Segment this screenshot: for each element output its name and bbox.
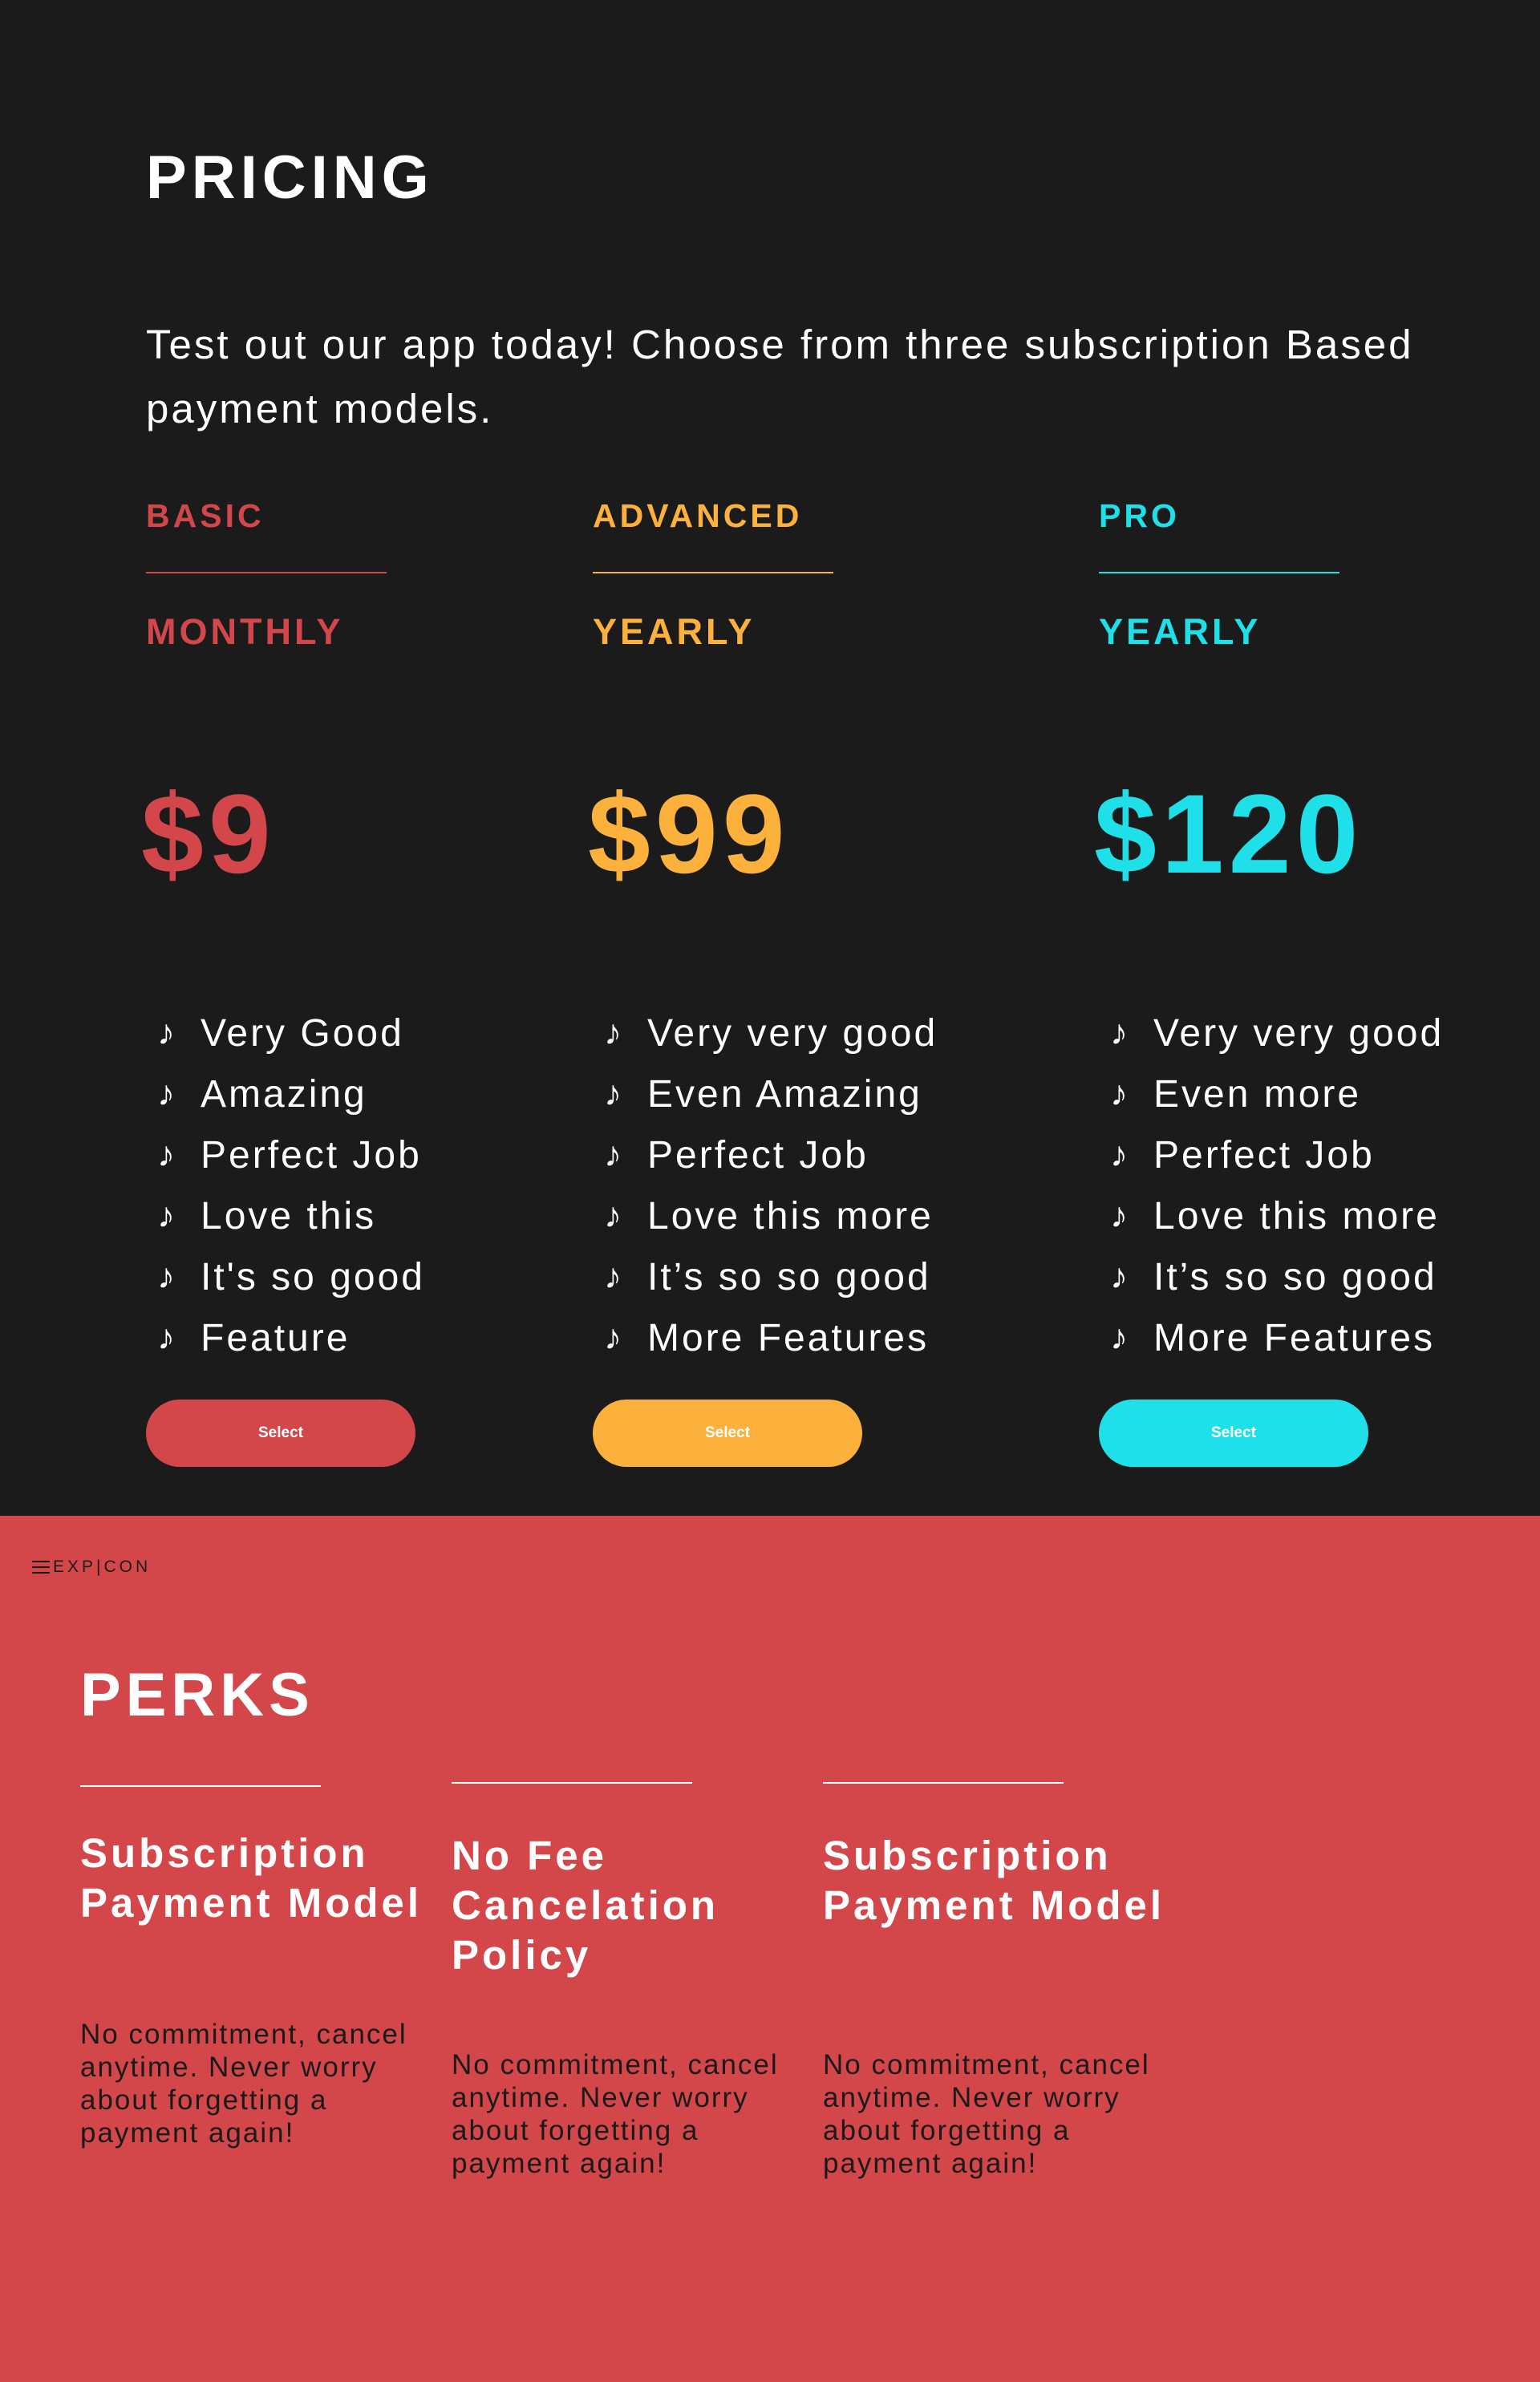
feature-list: ♪ Very very good ♪ Even Amazing ♪ Perfect J…	[604, 1003, 938, 1368]
feature-item: ♪ More Features	[604, 1307, 938, 1368]
feature-label: More Features	[1153, 1316, 1436, 1359]
feature-label: Very very good	[1153, 1011, 1445, 1055]
plan-pro: PRO YEARLY $120 ♪ Very very good ♪ Even mo…	[1094, 0, 1540, 1516]
feature-item: ♪ Very very good	[604, 1003, 938, 1063]
feature-list: ♪ Very Good ♪ Amazing ♪ Perfect Job ♪ Love t…	[157, 1003, 425, 1368]
music-note-icon: ♪	[157, 1013, 177, 1052]
feature-label: Very very good	[647, 1011, 938, 1055]
select-advanced-button[interactable]: Select	[593, 1400, 862, 1467]
feature-item: ♪ Perfect Job	[1110, 1124, 1444, 1185]
perk-divider	[452, 1782, 692, 1784]
feature-label: Perfect Job	[201, 1133, 422, 1177]
feature-item: ♪ Even Amazing	[604, 1063, 938, 1124]
music-note-icon: ♪	[604, 1074, 624, 1113]
feature-item: ♪ Love this	[157, 1185, 425, 1246]
feature-label: Love this more	[647, 1194, 934, 1238]
music-note-icon: ♪	[1110, 1257, 1130, 1296]
plan-divider	[593, 572, 833, 573]
select-pro-button[interactable]: Select	[1099, 1400, 1368, 1467]
music-note-icon: ♪	[1110, 1318, 1130, 1357]
feature-item: ♪ Even more	[1110, 1063, 1444, 1124]
feature-label: Perfect Job	[647, 1133, 869, 1177]
feature-label: Love this more	[1153, 1194, 1440, 1238]
feature-item: ♪ It’s so so good	[604, 1246, 938, 1307]
feature-item: ♪ Amazing	[157, 1063, 425, 1124]
feature-item: ♪ Love this more	[1110, 1185, 1444, 1246]
music-note-icon: ♪	[1110, 1196, 1130, 1235]
plan-basic: BASIC MONTHLY $9 ♪ Very Good ♪ Amazing ♪ Pe…	[141, 0, 595, 1516]
plan-name: BASIC	[146, 497, 265, 534]
feature-item: ♪ It's so good	[157, 1246, 425, 1307]
feature-label: It's so good	[201, 1255, 425, 1298]
plan-period: YEARLY	[1099, 611, 1262, 652]
music-note-icon: ♪	[1110, 1135, 1130, 1174]
pricing-section: EXP|CON PRICING Test out our app today! …	[0, 0, 1540, 1516]
perks-section: EXP|CON PERKS Subscription Payment Model…	[0, 1516, 1540, 2382]
feature-item: ♪ Perfect Job	[157, 1124, 425, 1185]
feature-label: Perfect Job	[1153, 1133, 1375, 1177]
music-note-icon: ♪	[604, 1257, 624, 1296]
plan-price: $99	[588, 771, 790, 897]
logo-text: EXP|CON	[53, 43, 152, 62]
feature-label: More Features	[647, 1316, 930, 1359]
perk-title: No Fee Cancelation Policy	[452, 1833, 719, 1978]
feature-item: ♪ Feature	[157, 1307, 425, 1368]
hamburger-icon[interactable]	[32, 1561, 50, 1574]
feature-item: ♪ More Features	[1110, 1307, 1444, 1368]
perk-body: No commitment, cancel anytime. Never wor…	[80, 2019, 407, 2149]
plan-price: $120	[1094, 771, 1364, 897]
music-note-icon: ♪	[604, 1135, 624, 1174]
feature-label: Feature	[201, 1316, 351, 1359]
perk-card: No Fee Cancelation Policy No commitment,…	[452, 1516, 821, 2382]
feature-label: Love this	[201, 1194, 377, 1238]
select-basic-button[interactable]: Select	[146, 1400, 415, 1467]
music-note-icon: ♪	[604, 1196, 624, 1235]
plan-advanced: ADVANCED YEARLY $99 ♪ Very very good ♪ Eve…	[588, 0, 1042, 1516]
feature-item: ♪ Perfect Job	[604, 1124, 938, 1185]
perk-body: No commitment, cancel anytime. Never wor…	[823, 2049, 1150, 2179]
music-note-icon: ♪	[1110, 1074, 1130, 1113]
perk-divider	[80, 1785, 321, 1787]
music-note-icon: ♪	[157, 1135, 177, 1174]
feature-label: It’s so so good	[1153, 1255, 1437, 1298]
plan-name: ADVANCED	[593, 497, 803, 534]
music-note-icon: ♪	[157, 1318, 177, 1357]
feature-label: Amazing	[201, 1072, 367, 1116]
perk-card: Subscription Payment Model No commitment…	[80, 1516, 449, 2382]
logo[interactable]: EXP|CON	[32, 43, 151, 63]
music-note-icon: ♪	[1110, 1013, 1130, 1052]
perk-body: No commitment, cancel anytime. Never wor…	[452, 2049, 779, 2179]
feature-label: It’s so so good	[647, 1255, 931, 1298]
feature-item: ♪ Very Good	[157, 1003, 425, 1063]
plan-period: YEARLY	[593, 611, 756, 652]
feature-label: Very Good	[201, 1011, 404, 1055]
perk-divider	[823, 1782, 1064, 1784]
feature-list: ♪ Very very good ♪ Even more ♪ Perfect Job …	[1110, 1003, 1444, 1368]
perk-title: Subscription Payment Model	[80, 1830, 423, 1926]
perk-title: Subscription Payment Model	[823, 1833, 1165, 1928]
plan-name: PRO	[1099, 497, 1180, 534]
plan-divider	[1099, 572, 1339, 573]
perk-card: Subscription Payment Model No commitment…	[823, 1516, 1192, 2382]
plan-period: MONTHLY	[146, 611, 344, 652]
feature-label: Even more	[1153, 1072, 1362, 1116]
plan-price: $9	[141, 771, 276, 897]
plan-divider	[146, 572, 387, 573]
music-note-icon: ♪	[157, 1074, 177, 1113]
feature-label: Even Amazing	[647, 1072, 922, 1116]
hamburger-icon[interactable]	[32, 47, 50, 59]
music-note-icon: ♪	[157, 1196, 177, 1235]
music-note-icon: ♪	[604, 1013, 624, 1052]
feature-item: ♪ It’s so so good	[1110, 1246, 1444, 1307]
feature-item: ♪ Very very good	[1110, 1003, 1444, 1063]
music-note-icon: ♪	[157, 1257, 177, 1296]
feature-item: ♪ Love this more	[604, 1185, 938, 1246]
music-note-icon: ♪	[604, 1318, 624, 1357]
